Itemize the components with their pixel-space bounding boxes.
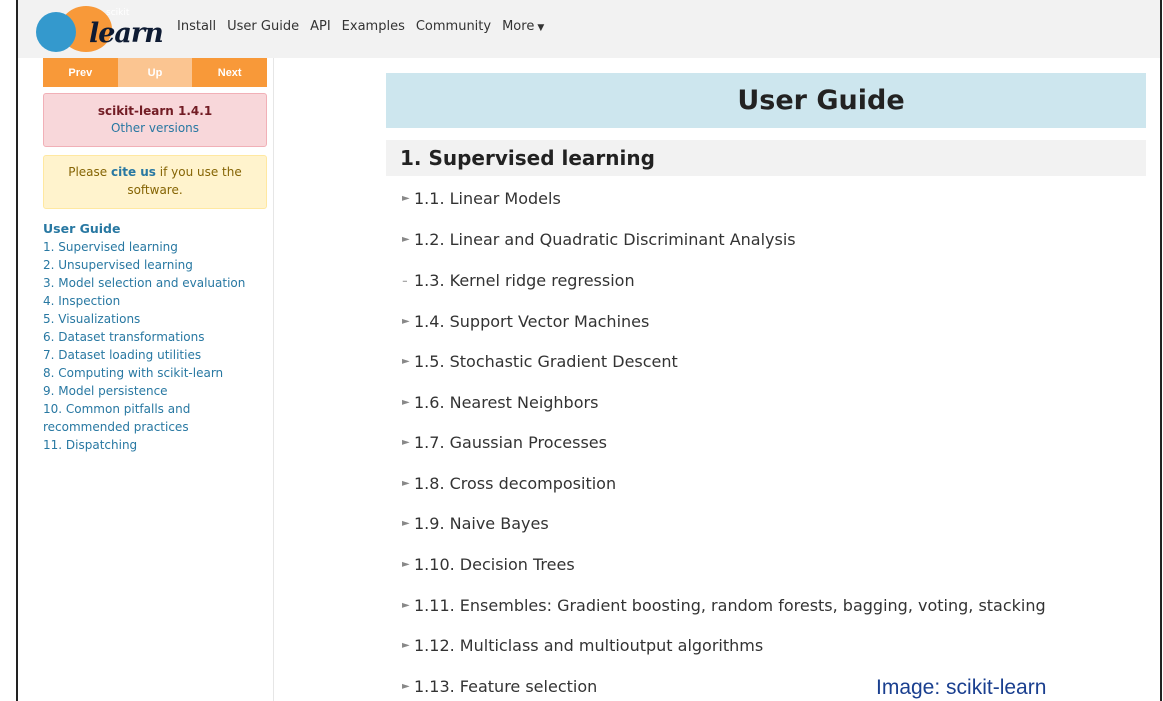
toc-item[interactable]: 7. Dataset loading utilities <box>43 346 273 364</box>
logo-large-text: learn <box>89 18 164 49</box>
list-item[interactable]: ► 1.12. Multiclass and multioutput algori… <box>386 636 763 655</box>
list-item-link[interactable]: 1.3. Kernel ridge regression <box>410 271 635 290</box>
page-title-bar: User Guide <box>386 73 1146 128</box>
right-arrow-icon[interactable]: ► <box>386 518 410 529</box>
prev-button[interactable]: Prev <box>43 58 118 87</box>
list-item[interactable]: ► 1.9. Naive Bayes <box>386 514 549 533</box>
cite-us-link[interactable]: cite us <box>111 165 156 179</box>
next-button[interactable]: Next <box>192 58 268 87</box>
list-item-link[interactable]: 1.1. Linear Models <box>410 189 561 208</box>
toc-item[interactable]: 1. Supervised learning <box>43 238 273 256</box>
other-versions-link[interactable]: Other versions <box>44 121 266 135</box>
list-item[interactable]: ► 1.8. Cross decomposition <box>386 474 616 493</box>
right-arrow-icon[interactable]: ► <box>386 437 410 448</box>
right-arrow-icon[interactable]: ► <box>386 559 410 570</box>
main-content: User Guide 1. Supervised learning ► 1.1. … <box>386 0 1160 701</box>
version-label: scikit-learn 1.4.1 <box>97 104 213 118</box>
logo-small-text: scikit <box>106 8 130 18</box>
list-item-link[interactable]: 1.9. Naive Bayes <box>410 514 549 533</box>
list-item[interactable]: ► 1.7. Gaussian Processes <box>386 433 607 452</box>
list-item[interactable]: -1.3. Kernel ridge regression <box>386 271 635 290</box>
list-item-link[interactable]: 1.8. Cross decomposition <box>410 474 616 493</box>
toc-item[interactable]: 2. Unsupervised learning <box>43 256 273 274</box>
toc-item[interactable]: 3. Model selection and evaluation <box>43 274 273 292</box>
toc-item[interactable]: 11. Dispatching <box>43 436 273 454</box>
list-item[interactable]: ► 1.5. Stochastic Gradient Descent <box>386 352 678 371</box>
section-title: 1. Supervised learning <box>400 146 655 170</box>
list-item-link[interactable]: 1.4. Support Vector Machines <box>410 312 649 331</box>
nav-link-install[interactable]: Install <box>177 19 216 34</box>
toc-item[interactable]: 10. Common pitfalls and <box>43 400 273 418</box>
list-item-link[interactable]: 1.5. Stochastic Gradient Descent <box>410 352 678 371</box>
list-item-link[interactable]: 1.7. Gaussian Processes <box>410 433 607 452</box>
right-arrow-icon[interactable]: ► <box>386 681 410 692</box>
right-arrow-icon[interactable]: ► <box>386 397 410 408</box>
toc-item[interactable]: 6. Dataset transformations <box>43 328 273 346</box>
logo-blue-circle <box>36 12 76 52</box>
nav-link-user-guide[interactable]: User Guide <box>227 19 299 34</box>
list-item-link[interactable]: 1.2. Linear and Quadratic Discriminant A… <box>410 230 796 249</box>
toc-item[interactable]: 4. Inspection <box>43 292 273 310</box>
list-item[interactable]: ► 1.10. Decision Trees <box>386 555 575 574</box>
list-item-link[interactable]: 1.11. Ensembles: Gradient boosting, rand… <box>410 596 1046 615</box>
nav-link-api[interactable]: API <box>310 19 331 34</box>
right-arrow-icon[interactable]: ► <box>386 316 410 327</box>
section-bar: 1. Supervised learning <box>386 140 1146 176</box>
cite-box: Please cite us if you use the software. <box>43 155 267 209</box>
list-item[interactable]: ► 1.1. Linear Models <box>386 189 561 208</box>
toc-item[interactable]: 9. Model persistence <box>43 382 273 400</box>
cite-prefix: Please <box>68 165 111 179</box>
list-item-link[interactable]: 1.13. Feature selection <box>410 677 597 696</box>
list-item[interactable]: ► 1.11. Ensembles: Gradient boosting, ran… <box>386 596 1046 615</box>
right-arrow-icon[interactable]: ► <box>386 234 410 245</box>
toc-item[interactable]: 5. Visualizations <box>43 310 273 328</box>
scikit-learn-logo[interactable]: scikit learn <box>34 6 164 52</box>
image-credit: Image: scikit-learn <box>876 676 1047 699</box>
toc-item[interactable]: 8. Computing with scikit-learn <box>43 364 273 382</box>
page-nav-buttons: Prev Up Next <box>43 58 268 87</box>
list-item-link[interactable]: 1.6. Nearest Neighbors <box>410 393 598 412</box>
list-item[interactable]: ► 1.13. Feature selection <box>386 677 597 696</box>
right-arrow-icon[interactable]: ► <box>386 356 410 367</box>
version-box: scikit-learn 1.4.1 Other versions <box>43 93 267 147</box>
sidebar: Prev Up Next scikit-learn 1.4.1 Other ve… <box>18 58 274 701</box>
list-item[interactable]: ► 1.6. Nearest Neighbors <box>386 393 598 412</box>
sidebar-toc: User Guide 1. Supervised learning 2. Uns… <box>43 220 273 454</box>
right-arrow-icon[interactable]: ► <box>386 640 410 651</box>
list-item-link[interactable]: 1.10. Decision Trees <box>410 555 575 574</box>
page-frame: scikit learn Install User Guide API Exam… <box>16 0 1162 701</box>
dash-marker-icon: - <box>402 271 408 290</box>
page-title: User Guide <box>737 85 905 116</box>
list-item[interactable]: ► 1.2. Linear and Quadratic Discriminant … <box>386 230 796 249</box>
list-item-link[interactable]: 1.12. Multiclass and multioutput algorit… <box>410 636 763 655</box>
up-button[interactable]: Up <box>117 58 193 87</box>
right-arrow-icon[interactable]: ► <box>386 193 410 204</box>
toc-heading[interactable]: User Guide <box>43 220 273 238</box>
right-arrow-icon[interactable]: ► <box>386 600 410 611</box>
list-item[interactable]: ► 1.4. Support Vector Machines <box>386 312 649 331</box>
toc-item[interactable]: recommended practices <box>43 418 273 436</box>
right-arrow-icon[interactable]: ► <box>386 478 410 489</box>
